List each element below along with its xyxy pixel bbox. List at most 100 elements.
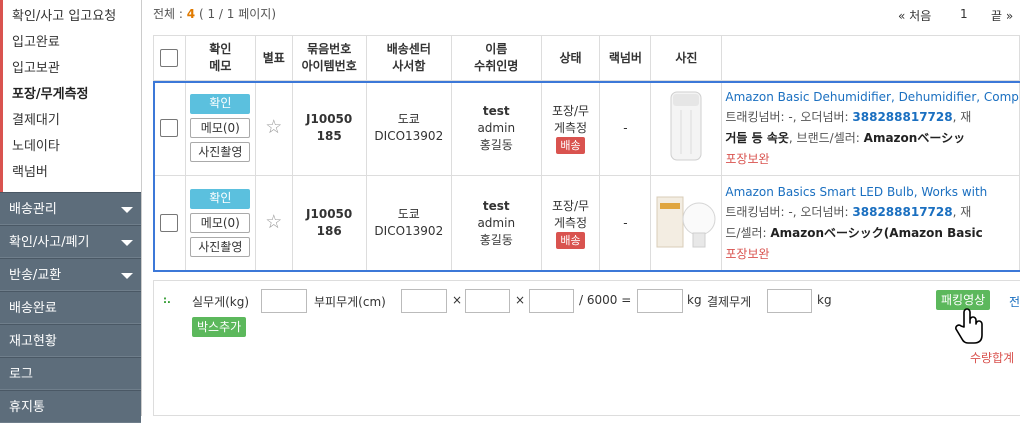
- length-input[interactable]: [401, 289, 447, 313]
- width-input[interactable]: [465, 289, 510, 313]
- row-actions: 확인 메모(0) 사진촬영: [184, 175, 256, 271]
- status-text-1: 포장/무: [551, 198, 590, 213]
- sidebar-item-label: 배송관리: [9, 202, 57, 217]
- mailbox-id: DICO13902: [374, 129, 444, 143]
- tracking-number: 388288817728: [852, 204, 953, 219]
- seller-name: Amazonベーシッ: [863, 130, 966, 145]
- take-photo-button[interactable]: 사진촬영: [190, 237, 251, 257]
- status-badge: 배송: [556, 136, 585, 154]
- dehumidifier-photo[interactable]: [651, 88, 721, 168]
- sidebar-item-shipping-management[interactable]: 배송관리: [0, 192, 141, 225]
- main-content: 전체 : 4 ( 1 / 1 페이지) « 처음 1 끝 » 확인 메모 별표 묶…: [141, 0, 1020, 416]
- chevron-down-icon: [121, 240, 133, 246]
- sidebar-item-label: 휴지통: [9, 400, 45, 415]
- header-memo: 메모: [209, 59, 232, 73]
- take-photo-button[interactable]: 사진촬영: [190, 142, 251, 162]
- sidebar-item-delivery-complete[interactable]: 배송완료: [0, 291, 141, 324]
- header-center-mailbox: 배송센터 사서함: [365, 35, 452, 81]
- sidebar-item-inventory[interactable]: 재고현황: [0, 324, 141, 357]
- pager-last[interactable]: 끝 »: [991, 7, 1013, 24]
- star-icon[interactable]: ☆: [265, 116, 282, 138]
- pay-weight-input[interactable]: [767, 289, 812, 313]
- packing-keep-text: 포장보완: [725, 246, 770, 261]
- times-sign-2: ×: [515, 293, 526, 307]
- sidebar-item-inbound-complete[interactable]: 입고완료: [3, 30, 141, 56]
- center-name: 도쿄: [397, 207, 420, 221]
- row-bundle: J10050 185: [291, 80, 367, 176]
- pager-current[interactable]: 1: [960, 7, 968, 21]
- memo-button[interactable]: 메모(0): [190, 213, 251, 233]
- header-status: 상태: [540, 35, 601, 81]
- table-row: 확인 메모(0) 사진촬영 ☆ J10050 186 도쿄 DICO13902 te…: [153, 175, 1020, 271]
- star-icon[interactable]: ☆: [265, 211, 282, 233]
- add-box-button[interactable]: 박스추가: [192, 317, 247, 337]
- user-name: test: [482, 198, 510, 213]
- sidebar-item-return-exchange[interactable]: 반송/교환: [0, 258, 141, 291]
- tracking-suffix: , 재: [952, 109, 972, 124]
- times-sign-1: ×: [452, 293, 463, 307]
- status-text-1: 포장/무: [551, 103, 590, 118]
- summary-prefix: 전체 :: [153, 7, 183, 21]
- drag-handle-icon[interactable]: :.: [163, 295, 171, 306]
- sidebar-item-inbound-storage[interactable]: 입고보관: [3, 56, 141, 82]
- volume-weight-result[interactable]: [637, 289, 683, 313]
- sidebar-sub-menu: 확인/사고 입고요청 입고완료 입고보관 포장/무게측정 결제대기 노데이타 랙…: [0, 0, 141, 192]
- brand-line: 거들 등 속옷, 브랜드/셀러: Amazonベーシッ: [725, 128, 1018, 149]
- sidebar-item-confirm-accident-disposal[interactable]: 확인/사고/폐기: [0, 225, 141, 258]
- header-product: [721, 35, 1020, 81]
- user-id: admin: [477, 120, 516, 135]
- sidebar-item-trash[interactable]: 휴지통: [0, 390, 141, 423]
- header-name: 이름: [485, 42, 508, 56]
- row-checkbox[interactable]: [160, 214, 179, 232]
- status-text-2: 게측정: [553, 120, 588, 135]
- header-bundle: 묶음번호: [307, 42, 352, 56]
- actual-weight-input[interactable]: [261, 289, 307, 313]
- row-center: 도쿄 DICO13902: [365, 80, 452, 176]
- category-text: 거들 등 속옷: [725, 130, 789, 145]
- header-center: 배송센터: [386, 42, 431, 56]
- product-link[interactable]: Amazon Basics Smart LED Bulb, Works with: [725, 182, 1018, 202]
- sidebar-item-packing-weighing[interactable]: 포장/무게측정: [3, 82, 141, 108]
- order-table: 확인 메모 별표 묶음번호 아이템번호 배송센터 사서함 이름 수취인명 상태 랙넘버 …: [153, 35, 1020, 271]
- row-checkbox[interactable]: [160, 119, 179, 137]
- pager-first[interactable]: « 처음: [898, 7, 931, 24]
- total-cut-text: 전: [1009, 295, 1020, 309]
- sidebar-item-inbound-request[interactable]: 확인/사고 입고요청: [3, 4, 141, 30]
- tracking-number: 388288817728: [852, 109, 953, 124]
- sidebar-item-log[interactable]: 로그: [0, 357, 141, 390]
- sidebar-item-label: 배송완료: [9, 301, 57, 316]
- confirm-button[interactable]: 확인: [190, 189, 251, 209]
- status-text-2: 게측정: [553, 215, 588, 230]
- header-confirm-memo: 확인 메모: [184, 35, 256, 81]
- table-header-row: 확인 메모 별표 묶음번호 아이템번호 배송센터 사서함 이름 수취인명 상태 랙넘버 …: [153, 35, 1020, 81]
- confirm-button[interactable]: 확인: [190, 94, 251, 114]
- summary-pages: ( 1 / 1 페이지): [198, 7, 277, 21]
- sidebar-item-no-data[interactable]: 노데이타: [3, 134, 141, 160]
- header-receiver: 수취인명: [474, 59, 519, 73]
- item-number: 185: [316, 129, 342, 143]
- header-checkbox-cell: [153, 35, 186, 81]
- header-rack: 랙넘버: [599, 35, 652, 81]
- sidebar-item-rack-number[interactable]: 랙넘버: [3, 160, 141, 186]
- sidebar-item-label: 반송/교환: [9, 268, 62, 283]
- row-actions: 확인 메모(0) 사진촬영: [184, 80, 256, 176]
- brand-label: 드/셀러:: [725, 225, 771, 240]
- row-status: 포장/무게측정 배송: [540, 80, 601, 176]
- tracking-line: 트래킹넘버: -, 오더넘버: 388288817728, 재: [725, 202, 1018, 223]
- product-link[interactable]: Amazon Basic Dehumidifier, Dehumidifier,…: [725, 87, 1018, 107]
- user-name: test: [482, 103, 510, 118]
- row-checkbox-cell: [153, 175, 186, 271]
- header-star: 별표: [254, 35, 293, 81]
- select-all-checkbox[interactable]: [160, 49, 179, 67]
- kg-unit-1: kg: [687, 293, 702, 307]
- memo-button[interactable]: 메모(0): [190, 118, 251, 138]
- row-rack: -: [599, 80, 652, 176]
- sidebar-item-payment-pending[interactable]: 결제대기: [3, 108, 141, 134]
- header-bundle-item: 묶음번호 아이템번호: [291, 35, 367, 81]
- height-input[interactable]: [529, 289, 574, 313]
- status-badge: 배송: [556, 231, 585, 249]
- row-rack: -: [599, 175, 652, 271]
- result-summary: 전체 : 4 ( 1 / 1 페이지): [153, 5, 276, 22]
- row-bundle: J10050 186: [291, 175, 367, 271]
- led-bulb-photo[interactable]: [651, 183, 721, 263]
